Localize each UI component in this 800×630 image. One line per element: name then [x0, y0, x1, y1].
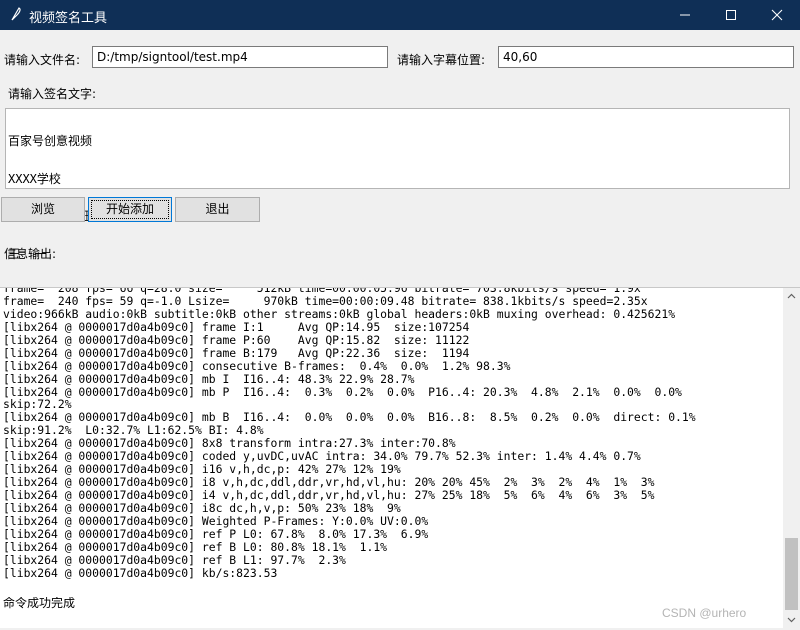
log-line: [libx264 @ 0000017d0a4b09c0] consecutive… [3, 359, 511, 373]
minimize-icon [680, 14, 690, 16]
minimize-button[interactable] [662, 0, 708, 30]
log-line: [libx264 @ 0000017d0a4b09c0] coded y,uvD… [3, 450, 641, 464]
subtitle-position-label: 请输入字幕位置: [397, 53, 486, 67]
title-bar: 视频签名工具 [0, 0, 800, 30]
log-line: [libx264 @ 0000017d0a4b09c0] ref B L0: 8… [3, 540, 388, 554]
log-line: [libx264 @ 0000017d0a4b09c0] mb I I16..4… [3, 372, 415, 386]
scroll-up-arrow-icon[interactable] [783, 288, 800, 305]
filename-label: 请输入文件名: [4, 53, 81, 67]
watermark: CSDN @urhero [662, 606, 747, 620]
log-line: skip:91.2% L0:32.7% L1:62.5% BI: 4.8% [3, 424, 264, 438]
log-line: [libx264 @ 0000017d0a4b09c0] i16 v,h,dc,… [3, 463, 401, 477]
log-line: [libx264 @ 0000017d0a4b09c0] i4 v,h,dc,d… [3, 489, 655, 502]
log-line: [libx264 @ 0000017d0a4b09c0] kb/s:823.53 [3, 566, 278, 580]
close-icon [771, 9, 783, 21]
log-line: video:966kB audio:0kB subtitle:0kB other… [3, 307, 676, 321]
vertical-scrollbar[interactable] [783, 288, 800, 628]
log-line: frame= 240 fps= 59 q=-1.0 Lsize= 970kB t… [3, 294, 648, 308]
output-label: 信息输出: [4, 247, 57, 261]
maximize-icon [726, 10, 736, 20]
signature-line: 百家号创意视频 [8, 134, 93, 148]
feather-icon [9, 6, 23, 22]
log-line: [libx264 @ 0000017d0a4b09c0] frame P:60 … [3, 333, 470, 347]
window-title: 视频签名工具 [29, 11, 108, 26]
log-line: [libx264 @ 0000017d0a4b09c0] ref P L0: 6… [3, 527, 429, 541]
log-line: [libx264 @ 0000017d0a4b09c0] ref B L1: 9… [3, 553, 346, 567]
scroll-down-arrow-icon[interactable] [783, 611, 800, 628]
maximize-button[interactable] [708, 0, 754, 30]
log-line: [libx264 @ 0000017d0a4b09c0] 8x8 transfo… [3, 437, 456, 451]
signature-label: 请输入签名文字: [8, 87, 97, 101]
signature-line: 王 一 [8, 246, 47, 261]
log-line: [libx264 @ 0000017d0a4b09c0] i8c dc,h,v,… [3, 501, 401, 515]
scroll-thumb[interactable] [785, 538, 798, 610]
start-add-button[interactable]: 开始添加 [88, 197, 172, 222]
log-line: [libx264 @ 0000017d0a4b09c0] Weighted P-… [3, 514, 429, 528]
exit-button[interactable]: 退出 [175, 197, 260, 222]
log-line: [libx264 @ 0000017d0a4b09c0] frame B:179… [3, 346, 470, 360]
output-log: frame= 208 fps= 66 q=28.0 size= 512kB ti… [3, 287, 783, 609]
subtitle-position-input[interactable]: 40,60 [498, 46, 794, 68]
signature-textarea[interactable]: 百家号创意视频 XXXX学校 X年级（XX）班 王 一 [5, 108, 790, 260]
log-line: frame= 208 fps= 66 q=28.0 size= 512kB ti… [3, 287, 641, 295]
signature-line: XXXX学校 [8, 171, 61, 186]
log-line: [libx264 @ 0000017d0a4b09c0] mb P I16..4… [3, 385, 682, 399]
output-textbox[interactable]: frame= 208 fps= 66 q=28.0 size= 512kB ti… [0, 287, 800, 628]
close-button[interactable] [754, 0, 800, 30]
filename-input[interactable]: D:/tmp/signtool/test.mp4 [92, 46, 388, 68]
log-line: [libx264 @ 0000017d0a4b09c0] i8 v,h,dc,d… [3, 476, 655, 489]
log-line: [libx264 @ 0000017d0a4b09c0] mb B I16..4… [3, 411, 696, 425]
log-line: [libx264 @ 0000017d0a4b09c0] frame I:1 A… [3, 320, 470, 334]
browse-button[interactable]: 浏览 [1, 197, 85, 222]
log-line: skip:72.2% [3, 398, 72, 412]
